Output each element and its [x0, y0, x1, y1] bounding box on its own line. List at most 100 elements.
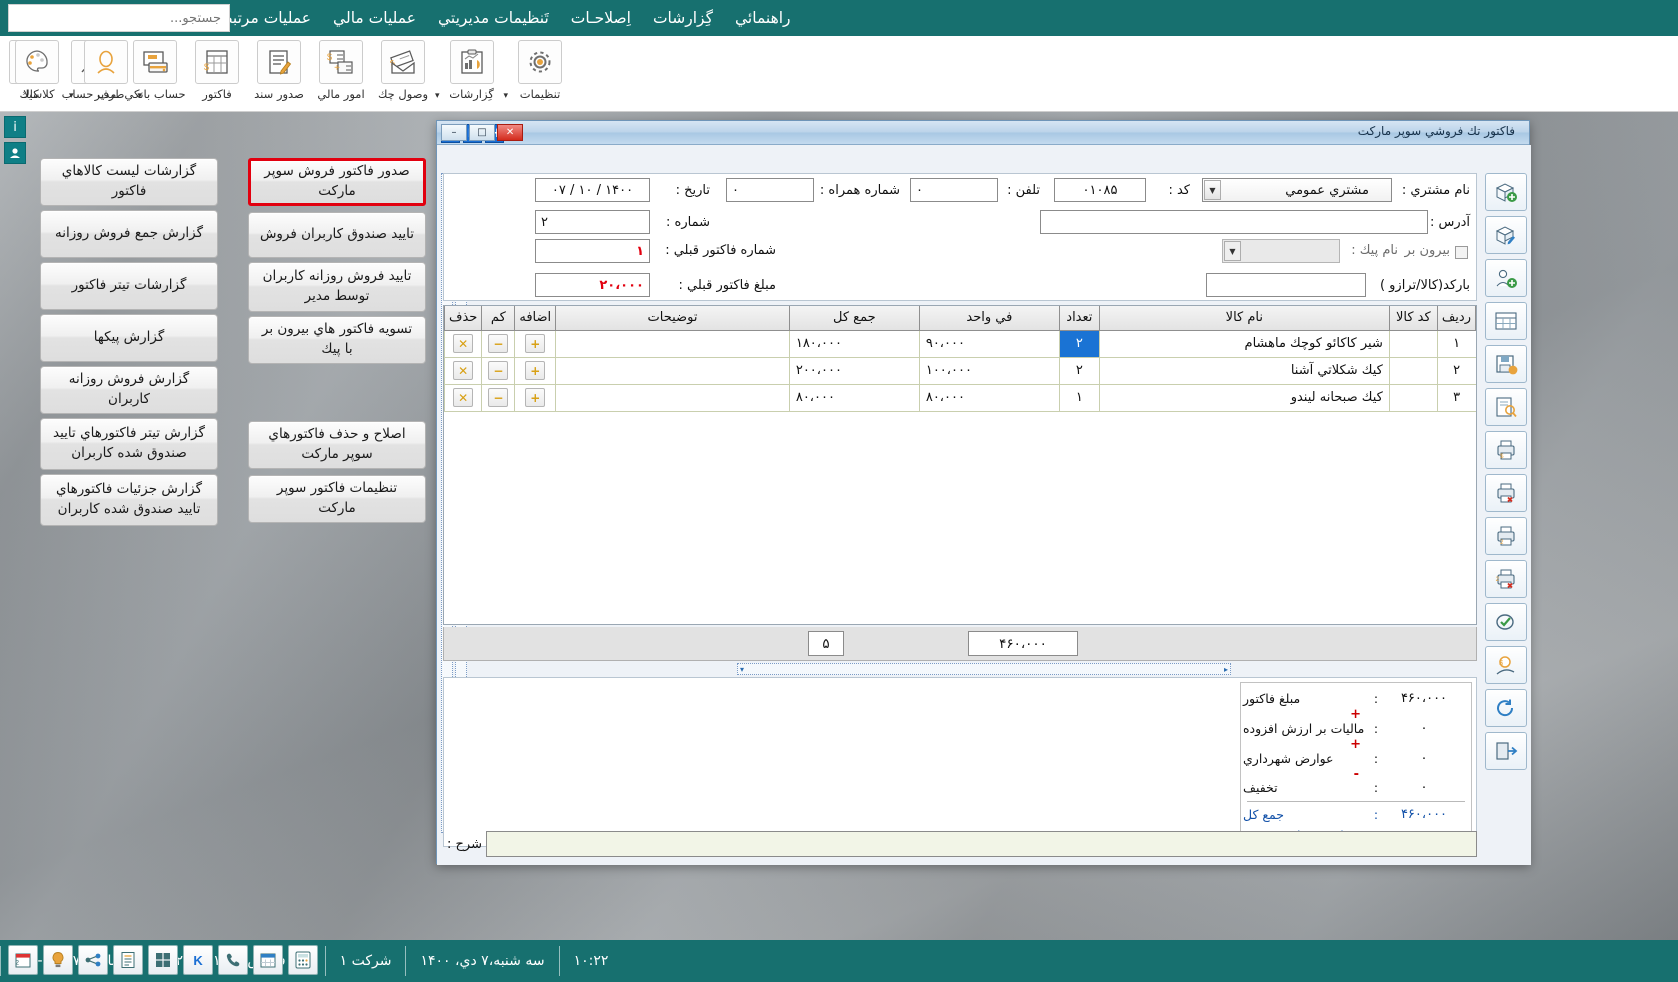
chevron-down-icon[interactable]: ▼: [1204, 180, 1221, 200]
calendar-icon[interactable]: [253, 945, 283, 975]
k-icon[interactable]: K: [183, 945, 213, 975]
launch-confirm-daily-sales-by-manager[interactable]: تاييد فروش روزانه كاربران توسط مدير: [248, 262, 426, 312]
code-field[interactable]: ۰۱۰۸۵: [1054, 178, 1146, 202]
horizontal-scrollbar[interactable]: ▸ ▾: [737, 663, 1231, 675]
menu-management-settings[interactable]: تَنظيمات مديريتي: [427, 5, 560, 31]
maximize-icon[interactable]: □: [469, 124, 495, 141]
menu-reports[interactable]: گِزارشات: [642, 5, 724, 31]
cell-add[interactable]: +: [515, 330, 556, 357]
number-field[interactable]: ۲: [535, 210, 650, 234]
cell-dec[interactable]: −: [482, 330, 515, 357]
cell-dec[interactable]: −: [482, 384, 515, 411]
cell-add[interactable]: +: [515, 357, 556, 384]
info-icon[interactable]: i: [4, 116, 26, 138]
cell-name[interactable]: كيك صبحانه ليندو: [1099, 384, 1389, 411]
cell-desc[interactable]: [556, 384, 790, 411]
delete-row-icon[interactable]: ✕: [453, 388, 473, 407]
launch-report-confirmed-invoice-details[interactable]: گزارش جزئيات فاكتورهاي تاييد صندوق شده ك…: [40, 474, 218, 526]
launch-supermarket-invoice-settings[interactable]: تنظيمات فاكتور سوپر ماركت: [248, 475, 426, 523]
launch-settle-takeaway-invoices[interactable]: تسويه فاكتور هاي بيرون بر با پيك: [248, 316, 426, 364]
launch-report-invoice-goods-list[interactable]: گزارشات ليست كالاهاي فاكتور: [40, 158, 218, 206]
col-unit-price[interactable]: في واحد: [919, 306, 1059, 330]
add-row-icon[interactable]: +: [525, 388, 545, 407]
search-box[interactable]: [8, 4, 230, 32]
table-row[interactable]: ۲ كيك شكلاتي آشنا ۲ ۱۰۰،۰۰۰ ۲۰۰،۰۰۰ + − …: [445, 357, 1476, 384]
toolbar-settings[interactable]: تنظيمات: [509, 36, 571, 101]
toolbar-invoice[interactable]: $ فاكتور: [186, 36, 248, 101]
rail-exit-icon[interactable]: [1485, 732, 1527, 770]
cell-desc[interactable]: [556, 357, 790, 384]
cell-qty[interactable]: ۲: [1059, 330, 1099, 357]
rail-print-2-icon[interactable]: 2: [1485, 517, 1527, 555]
rail-approve-icon[interactable]: [1485, 603, 1527, 641]
launch-report-daily-sales-total[interactable]: گزارش جمع فروش روزانه: [40, 210, 218, 258]
decrease-row-icon[interactable]: −: [488, 388, 508, 407]
mobile-field[interactable]: ۰: [726, 178, 814, 202]
scroll-right-icon[interactable]: ▾: [740, 665, 744, 674]
cell-code[interactable]: [1389, 330, 1437, 357]
cheque-dropdown-caret[interactable]: ▾: [435, 91, 440, 101]
user-dropdown-caret[interactable]: ▾: [138, 91, 143, 101]
col-name[interactable]: نام كالا: [1099, 306, 1389, 330]
toolbar-issue-document[interactable]: صدور سند: [248, 36, 310, 101]
courier-field[interactable]: ▼: [1222, 239, 1340, 263]
cell-unit-price[interactable]: ۹۰،۰۰۰: [919, 330, 1059, 357]
launch-report-confirmed-invoice-headers[interactable]: گزارش تيتر فاكتورهاي تاييد صندوق شده كار…: [40, 418, 218, 470]
col-dec[interactable]: كم: [482, 306, 515, 330]
address-field[interactable]: [1040, 210, 1428, 234]
customer-name-field[interactable]: مشتري عمومي ▼: [1202, 178, 1392, 202]
notes-icon[interactable]: [113, 945, 143, 975]
cell-desc[interactable]: [556, 330, 790, 357]
launch-report-users-daily-sales[interactable]: گزارش فروش روزانه كاربران: [40, 366, 218, 414]
cell-unit-price[interactable]: ۸۰،۰۰۰: [919, 384, 1059, 411]
lightbulb-icon[interactable]: [43, 945, 73, 975]
cell-name[interactable]: كيك شكلاتي آشنا: [1099, 357, 1389, 384]
menu-corrections[interactable]: اِصلاحـات: [560, 5, 642, 31]
add-row-icon[interactable]: +: [525, 361, 545, 380]
minimize-icon[interactable]: –: [441, 124, 467, 141]
launch-issue-supermarket-invoice[interactable]: صدور فاكتور فروش سوپر ماركت: [248, 158, 426, 206]
calculator-icon[interactable]: [288, 945, 318, 975]
launch-confirm-sales-cashbox[interactable]: تاييد صندوق كاربران فروش: [248, 212, 426, 258]
link-icon[interactable]: [78, 945, 108, 975]
rail-add-customer-icon[interactable]: [1485, 259, 1527, 297]
decrease-row-icon[interactable]: −: [488, 334, 508, 353]
table-row[interactable]: ۳ كيك صبحانه ليندو ۱ ۸۰،۰۰۰ ۸۰،۰۰۰ + − ✕: [445, 384, 1476, 411]
toolbar-user-manager[interactable]: مدير: [75, 36, 137, 101]
phone-icon[interactable]: [218, 945, 248, 975]
cell-add[interactable]: +: [515, 384, 556, 411]
close-icon[interactable]: ✕: [497, 124, 523, 141]
courier-chevron-down-icon[interactable]: ▼: [1224, 241, 1241, 261]
cell-unit-price[interactable]: ۱۰۰،۰۰۰: [919, 357, 1059, 384]
date-field[interactable]: ۱۴۰۰ / ۱۰ / ۰۷: [535, 178, 650, 202]
col-add[interactable]: اضافه: [515, 306, 556, 330]
rail-add-goods-icon[interactable]: [1485, 173, 1527, 211]
col-del[interactable]: حذف: [445, 306, 482, 330]
menu-financial-ops[interactable]: عمليات مالي: [322, 5, 427, 31]
col-row[interactable]: رديف: [1437, 306, 1475, 330]
rail-search-invoice-icon[interactable]: [1485, 388, 1527, 426]
rail-print-cancel-icon[interactable]: [1485, 474, 1527, 512]
calendar12-icon[interactable]: 12: [8, 945, 38, 975]
toolbar-theme-classic[interactable]: كلاسيك: [6, 36, 68, 101]
cell-del[interactable]: ✕: [445, 384, 482, 411]
windows-icon[interactable]: [148, 945, 178, 975]
launch-report-invoice-header[interactable]: گزارشات تيتر فاكتور: [40, 262, 218, 310]
col-desc[interactable]: توضيحات: [556, 306, 790, 330]
table-row[interactable]: ۱ شير كاكائو كوچك ماهشام ۲ ۹۰،۰۰۰ ۱۸۰،۰۰…: [445, 330, 1476, 357]
col-total[interactable]: جمع كل: [789, 306, 919, 330]
invoice-items-grid[interactable]: رديف كد كالا نام كالا تعداد في واحد جمع …: [443, 305, 1477, 625]
cell-del[interactable]: ✕: [445, 357, 482, 384]
toolbar-cheque-collection[interactable]: $ وصول چك: [372, 36, 434, 101]
cell-name[interactable]: شير كاكائو كوچك ماهشام: [1099, 330, 1389, 357]
cell-code[interactable]: [1389, 357, 1437, 384]
search-icon[interactable]: [12, 6, 36, 30]
rail-refresh-icon[interactable]: [1485, 689, 1527, 727]
search-input[interactable]: [15, 6, 223, 30]
rail-print-s-icon[interactable]: $: [1485, 431, 1527, 469]
phone-field[interactable]: ۰: [910, 178, 998, 202]
user-card-icon[interactable]: [4, 142, 26, 164]
col-qty[interactable]: تعداد: [1059, 306, 1099, 330]
launch-report-couriers[interactable]: گزارش پيكها: [40, 314, 218, 362]
takeaway-checkbox[interactable]: [1455, 246, 1468, 259]
